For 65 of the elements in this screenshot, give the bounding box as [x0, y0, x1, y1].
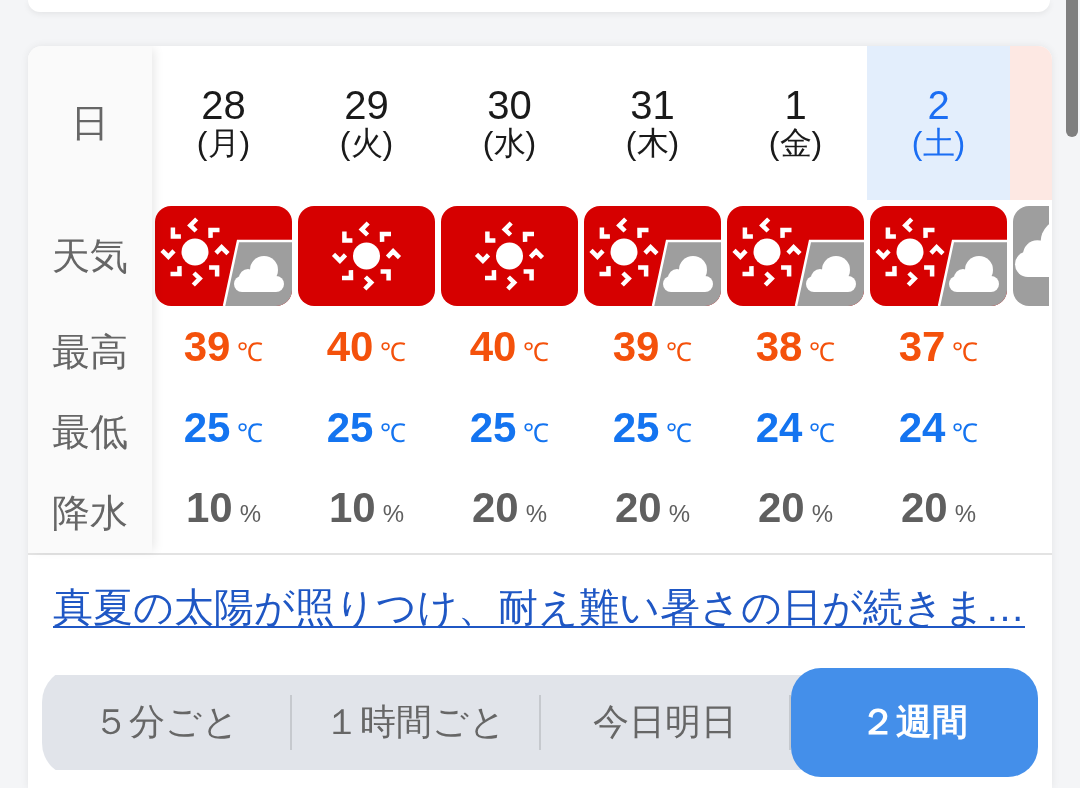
temperature-unit: ℃	[666, 337, 693, 367]
temperature-unit: ℃	[380, 337, 407, 367]
row-label: 最低	[52, 410, 128, 454]
sun-icon	[298, 205, 435, 306]
precipitation-chance: 20	[900, 484, 948, 531]
range-tab[interactable]: １時間ごと	[291, 675, 539, 770]
high-temperature: 37	[898, 323, 946, 370]
range-tab[interactable]: ５分ごと	[42, 675, 290, 770]
date-text: 2	[927, 85, 950, 125]
precipitation-chance: 10	[185, 484, 233, 531]
date-text: 31	[630, 85, 675, 125]
temperature-unit: ℃	[237, 417, 264, 448]
sun-and-cloud-icon	[155, 205, 292, 306]
sun-and-cloud-icon	[584, 205, 721, 306]
weekday-text: (月)	[196, 125, 251, 161]
percent-unit: %	[668, 500, 691, 527]
sun-and-cloud-icon	[727, 205, 864, 306]
sun-icon	[441, 205, 578, 306]
low-temperature: 25	[183, 403, 231, 451]
temperature-unit: ℃	[380, 417, 407, 448]
precipitation-chance: 20	[757, 484, 805, 531]
date-text: 29	[344, 85, 389, 125]
weekday-text: (土)	[911, 125, 966, 161]
row-label: 最高	[52, 329, 128, 374]
high-temperature: 39	[183, 323, 231, 370]
low-temperature: 25	[326, 403, 374, 451]
temperature-unit: ℃	[237, 337, 264, 367]
high-temperature: 38	[755, 323, 803, 370]
high-temperature: 39	[612, 323, 660, 370]
range-tab[interactable]: ２週間	[790, 668, 1038, 777]
scrollbar-thumb[interactable]	[1066, 0, 1078, 137]
row-label: 天気	[52, 233, 128, 278]
date-text: 30	[487, 85, 532, 125]
temperature-unit: ℃	[809, 417, 836, 448]
percent-unit: %	[811, 500, 834, 527]
row-label: 日	[71, 101, 109, 145]
percent-unit: %	[382, 500, 405, 527]
precipitation-chance: 20	[614, 484, 662, 531]
high-temperature: 40	[326, 323, 374, 370]
precipitation-chance: 20	[471, 484, 519, 531]
temperature-unit: ℃	[809, 337, 836, 367]
weekday-text: (火)	[339, 125, 394, 161]
temperature-unit: ℃	[523, 417, 550, 448]
low-temperature: 24	[898, 403, 946, 451]
cloud-icon	[1013, 205, 1049, 306]
low-temperature: 24	[755, 403, 803, 451]
low-temperature: 25	[612, 403, 660, 451]
row-label: 降水	[52, 490, 128, 535]
range-tab[interactable]: 今日明日	[541, 675, 789, 770]
sun-and-cloud-icon	[870, 205, 1007, 306]
high-temperature: 40	[469, 323, 517, 370]
temperature-unit: ℃	[952, 417, 979, 448]
temperature-unit: ℃	[666, 417, 693, 448]
weekday-text: (金)	[768, 125, 823, 161]
weekday-text: (水)	[482, 125, 537, 161]
percent-unit: %	[525, 500, 548, 527]
precipitation-chance: 10	[328, 484, 376, 531]
temperature-unit: ℃	[523, 337, 550, 367]
date-text: 28	[201, 85, 246, 125]
low-temperature: 25	[469, 403, 517, 451]
temperature-unit: ℃	[952, 337, 979, 367]
percent-unit: %	[239, 500, 262, 527]
date-text: 1	[784, 85, 807, 125]
percent-unit: %	[954, 500, 977, 527]
weekday-text: (木)	[625, 125, 680, 161]
